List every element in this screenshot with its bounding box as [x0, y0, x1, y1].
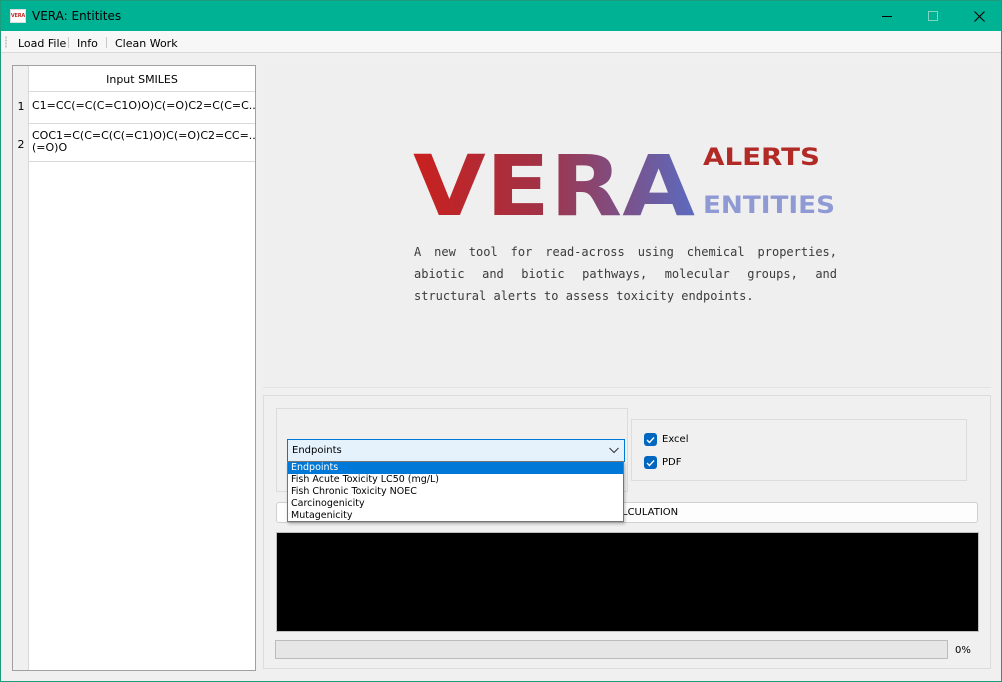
- smiles-table[interactable]: Input SMILES 1 C1=CC(=C(C=C1O)O)C(=O)C2=…: [12, 65, 256, 671]
- menu-load-file[interactable]: Load File: [18, 37, 66, 50]
- combo-value: Endpoints: [292, 445, 342, 456]
- dropdown-option-mutagenicity[interactable]: Mutagenicity: [288, 510, 623, 522]
- cell-text-line: (=O)O: [32, 141, 68, 154]
- app-tagline: A new tool for read-across using chemica…: [414, 245, 837, 303]
- title-bar[interactable]: VERA VERA: Entitites: [1, 1, 1001, 31]
- export-options-group: Excel PDF: [631, 419, 967, 481]
- endpoint-combobox[interactable]: Endpoints: [287, 439, 625, 462]
- menu-divider: [106, 37, 107, 48]
- table-cell[interactable]: COC1=C(C=C(C(=C1)O)C(=O)C2=CC=... (=O)O: [29, 124, 255, 162]
- maximize-icon: [928, 11, 938, 21]
- pdf-checkbox[interactable]: [644, 456, 657, 469]
- logo-entities-text: ENTITIES: [703, 191, 835, 219]
- excel-checkbox[interactable]: [644, 433, 657, 446]
- table-cell[interactable]: C1=CC(=C(C=C1O)O)C(=O)C2=C(C=C...: [29, 92, 255, 124]
- row-header-column: [13, 66, 29, 670]
- vera-logo: VERA ALERTS ENTITIES: [413, 141, 835, 221]
- checkmark-icon: [646, 459, 655, 467]
- dropdown-option-fish-acute[interactable]: Fish Acute Toxicity LC50 (mg/L): [288, 474, 623, 486]
- pdf-label: PDF: [662, 457, 682, 468]
- row-number[interactable]: 1: [13, 100, 29, 113]
- maximize-button[interactable]: [910, 1, 956, 31]
- divider: [263, 387, 991, 388]
- menu-info[interactable]: Info: [77, 37, 98, 50]
- dropdown-option-fish-chronic[interactable]: Fish Chronic Toxicity NOEC: [288, 486, 623, 498]
- checkmark-icon: [646, 436, 655, 444]
- close-button[interactable]: [956, 1, 1002, 31]
- chevron-down-icon: [609, 447, 619, 454]
- control-panel: Excel PDF Endpoints LCULATION 0%: [263, 395, 991, 669]
- column-header-input-smiles[interactable]: Input SMILES: [29, 66, 255, 92]
- dropdown-option-carcinogenicity[interactable]: Carcinogenicity: [288, 498, 623, 510]
- output-console[interactable]: [276, 532, 979, 632]
- row-number[interactable]: 2: [13, 138, 29, 151]
- menu-clean-work[interactable]: Clean Work: [115, 37, 178, 50]
- window-title: VERA: Entitites: [32, 9, 122, 23]
- menu-divider: [68, 37, 69, 48]
- toolbar-grip-icon[interactable]: [5, 36, 7, 48]
- dropdown-option-endpoints[interactable]: Endpoints: [288, 462, 623, 474]
- calculation-button-label: LCULATION: [622, 507, 679, 518]
- minimize-icon: [882, 16, 892, 17]
- endpoint-dropdown-list[interactable]: Endpoints Fish Acute Toxicity LC50 (mg/L…: [287, 461, 624, 522]
- banner-panel: VERA ALERTS ENTITIES A new tool for read…: [263, 65, 991, 387]
- pdf-checkbox-row[interactable]: PDF: [644, 456, 681, 469]
- app-window: VERA VERA: Entitites Load File Info Clea…: [0, 0, 1002, 682]
- minimize-button[interactable]: [864, 1, 910, 31]
- logo-vera-text: VERA: [413, 141, 695, 221]
- menu-bar: Load File Info Clean Work: [1, 31, 1001, 53]
- app-icon: VERA: [10, 9, 26, 23]
- close-icon: [973, 10, 985, 22]
- progress-bar: [275, 640, 948, 659]
- excel-label: Excel: [662, 434, 689, 445]
- progress-percent: 0%: [955, 645, 971, 656]
- excel-checkbox-row[interactable]: Excel: [644, 433, 689, 446]
- logo-alerts-text: ALERTS: [703, 143, 820, 171]
